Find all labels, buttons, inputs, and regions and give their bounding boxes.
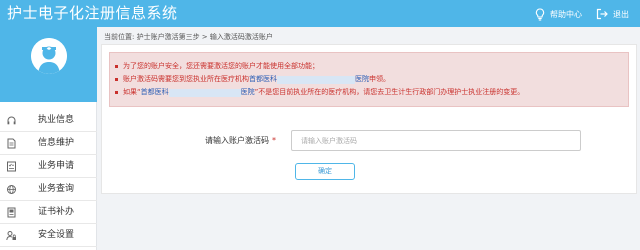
avatar: [31, 38, 67, 74]
activation-code-label: 请输入账户激活码 *: [205, 136, 276, 146]
sidebar-item-label: 证书补办: [38, 207, 75, 217]
notice-line-2-prefix: 账户激活码需要您到您执业所在医疗机构: [123, 75, 249, 83]
sidebar-menu: 执业信息 信息维护 业务申请 业务查询 证书补办 安全设置: [0, 109, 97, 247]
redacted-text: [277, 75, 355, 84]
sidebar-item-label: 安全设置: [38, 230, 75, 240]
globe-icon: [7, 185, 16, 194]
redacted-text: [168, 88, 241, 97]
help-center-link[interactable]: 帮助中心: [535, 6, 582, 22]
profile-panel: [0, 27, 97, 102]
logout-icon: [596, 8, 608, 20]
activation-code-label-text: 请输入账户激活码: [205, 136, 269, 145]
activation-code-input[interactable]: [291, 130, 581, 151]
institution-name: 首都医科: [249, 75, 277, 83]
sidebar-item-certificate-reissue[interactable]: 证书补办: [0, 201, 97, 224]
sidebar-item-label: 业务查询: [38, 184, 75, 194]
institution-name-suffix: 医院: [240, 88, 255, 96]
notice-line-3-prefix: 如果“: [123, 88, 141, 96]
document-icon: [7, 138, 16, 149]
notice-line-3: 如果“ 首都医科 医院 ”不是您目前执业所在的医疗机构，请您去卫生计生行政部门办…: [115, 88, 525, 97]
sidebar-item-practice-info[interactable]: 执业信息: [0, 109, 97, 132]
notice-line-1-text: 为了您的账户安全，您还需要激活您的账户才能使用全部功能；: [123, 62, 319, 70]
activation-notice: 为了您的账户安全，您还需要激活您的账户才能使用全部功能； 账户激活码需要您到您执…: [109, 52, 629, 107]
top-bar: 护士电子化注册信息系统 帮助中心 退出: [0, 0, 640, 27]
notice-line-3-end: ”不是您目前执业所在的医疗机构，请您去卫生计生行政部门办理护士执业注册的变更。: [254, 88, 525, 96]
help-center-label: 帮助中心: [550, 9, 582, 19]
logout-link[interactable]: 退出: [596, 6, 629, 22]
bullet-icon: [115, 78, 118, 81]
checklist-icon: [7, 161, 16, 172]
sidebar-item-label: 信息维护: [38, 138, 75, 148]
sidebar-item-label: 执业信息: [38, 115, 75, 125]
required-mark: *: [272, 136, 276, 145]
bullet-icon: [115, 65, 118, 68]
sidebar: 执业信息 信息维护 业务申请 业务查询 证书补办 安全设置: [0, 27, 97, 250]
main-panel: 为了您的账户安全，您还需要激活您的账户才能使用全部功能； 账户激活码需要您到您执…: [101, 44, 637, 194]
breadcrumb: 当前位置: 护士账户激活第三步 > 输入激活码激活账户: [104, 33, 273, 41]
app-title: 护士电子化注册信息系统: [7, 4, 178, 22]
sidebar-item-business-query[interactable]: 业务查询: [0, 178, 97, 201]
lightbulb-icon: [535, 7, 545, 21]
certificate-icon: [7, 207, 16, 218]
notice-line-2-end: 申领。: [369, 75, 390, 83]
notice-line-2: 账户激活码需要您到您执业所在医疗机构 首都医科 医院 申领。: [115, 75, 390, 84]
nurse-avatar-icon: [31, 38, 67, 74]
bullet-icon: [115, 91, 118, 94]
logout-label: 退出: [613, 9, 629, 19]
confirm-button[interactable]: 确定: [295, 163, 355, 180]
sidebar-item-business-application[interactable]: 业务申请: [0, 155, 97, 178]
sidebar-item-security-settings[interactable]: 安全设置: [0, 224, 97, 247]
sidebar-item-info-maintenance[interactable]: 信息维护: [0, 132, 97, 155]
sidebar-item-label: 业务申请: [38, 161, 75, 171]
user-lock-icon: [6, 231, 16, 241]
institution-name: 首都医科: [140, 88, 169, 96]
headset-icon: [7, 116, 16, 125]
notice-line-1: 为了您的账户安全，您还需要激活您的账户才能使用全部功能；: [115, 62, 319, 71]
institution-name-suffix: 医院: [355, 75, 369, 83]
